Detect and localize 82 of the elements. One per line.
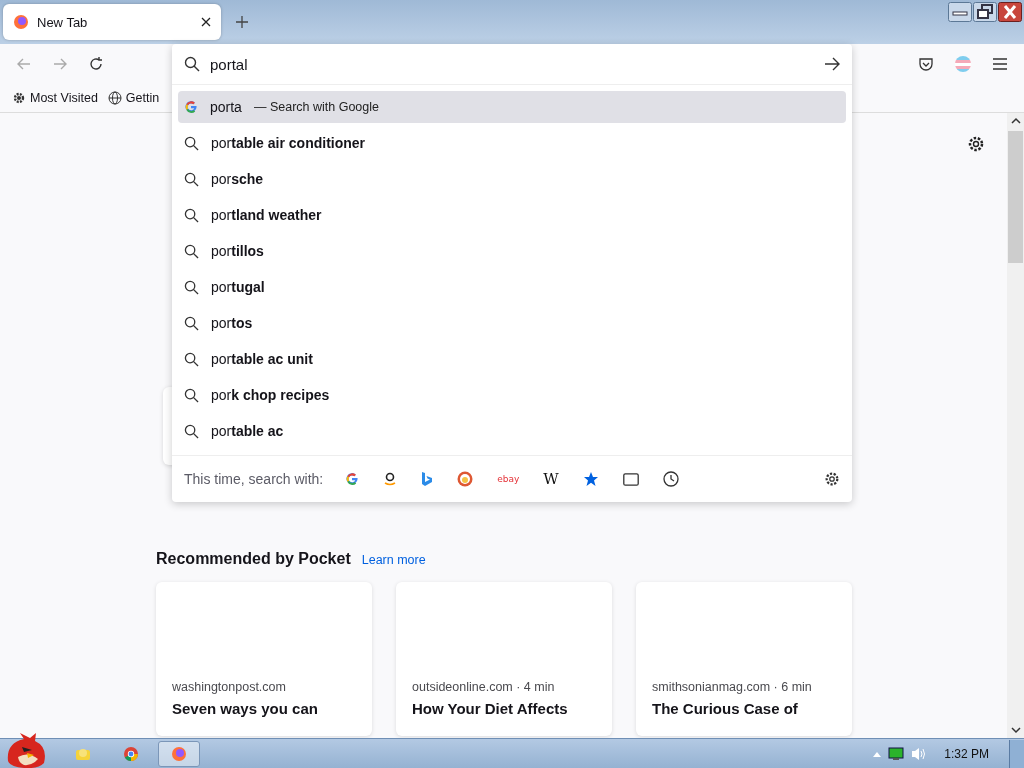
search-icon bbox=[184, 387, 199, 403]
story-title: The Curious Case of bbox=[652, 700, 799, 717]
menu-icon[interactable] bbox=[992, 57, 1008, 71]
suggestion-text: porsche bbox=[211, 171, 264, 187]
bing-icon[interactable] bbox=[421, 471, 434, 487]
bookmark-item[interactable]: Most Visited bbox=[12, 91, 98, 105]
search-icon bbox=[184, 56, 200, 72]
globe-icon bbox=[107, 91, 122, 105]
suggestion-row[interactable]: portable ac unit bbox=[178, 343, 846, 375]
scrollbar-thumb[interactable] bbox=[1008, 131, 1023, 263]
scroll-up-icon[interactable] bbox=[1010, 117, 1021, 125]
scrollbar[interactable] bbox=[1007, 113, 1024, 738]
minimize-icon[interactable] bbox=[948, 2, 972, 22]
search-icon bbox=[184, 243, 199, 259]
suggestion-row[interactable]: portillos bbox=[178, 235, 846, 267]
ebay-logo[interactable]: ebay bbox=[497, 474, 520, 484]
suggestion-row[interactable]: portable air conditioner bbox=[178, 127, 846, 159]
tab-title: New Tab bbox=[37, 14, 89, 30]
one-off-label: This time, search with: bbox=[184, 471, 324, 487]
story-source: washingtonpost.com bbox=[172, 680, 287, 694]
address-field[interactable]: portal bbox=[210, 55, 814, 73]
suggestion-text: portillos bbox=[211, 243, 264, 259]
restore-icon[interactable] bbox=[973, 2, 997, 22]
suggestion-text: portable ac bbox=[211, 423, 284, 439]
show-desktop-button[interactable] bbox=[1009, 739, 1024, 768]
firefox-icon bbox=[13, 14, 29, 30]
suggestion-row[interactable]: portugal bbox=[178, 271, 846, 303]
amazon-icon[interactable] bbox=[383, 472, 398, 486]
story-source: smithsonianmag.com · 6 min bbox=[652, 680, 813, 694]
close-icon[interactable] bbox=[201, 17, 211, 27]
suggestion-row[interactable]: pork chop recipes bbox=[178, 379, 846, 411]
go-arrow-icon[interactable] bbox=[824, 56, 840, 72]
story-source: outsideonline.com · 4 min bbox=[412, 680, 556, 694]
search-icon bbox=[184, 207, 199, 223]
search-icon bbox=[184, 279, 199, 295]
clock-icon[interactable] bbox=[662, 471, 679, 487]
taskbar-app[interactable] bbox=[158, 740, 200, 767]
learn-more-link[interactable]: Learn more bbox=[361, 553, 426, 567]
story-title: How Your Diet Affects bbox=[412, 700, 569, 717]
scroll-down-icon[interactable] bbox=[1010, 726, 1021, 734]
suggestion-text: portugal bbox=[211, 279, 265, 295]
story-card[interactable]: smithsonianmag.com · 6 min The Curious Case of bbox=[636, 582, 852, 736]
pocket-icon[interactable] bbox=[918, 56, 934, 72]
clock[interactable]: 1:32 PM bbox=[944, 746, 989, 761]
network-icon[interactable] bbox=[888, 746, 905, 761]
suggestion-text: pork chop recipes bbox=[211, 387, 330, 403]
suggestion-hint: — Search with Google bbox=[253, 100, 379, 114]
suggestion-text: portos bbox=[211, 315, 253, 331]
suggestion-row[interactable]: portland weather bbox=[178, 199, 846, 231]
suggestion-text: porta bbox=[210, 99, 242, 115]
bookmark-item[interactable]: Gettin bbox=[107, 91, 160, 105]
suggestion-row[interactable]: porta — Search with Google bbox=[178, 91, 846, 123]
gear-icon bbox=[12, 91, 26, 105]
close-icon[interactable] bbox=[998, 2, 1022, 22]
settings-icon[interactable] bbox=[967, 135, 985, 153]
search-icon bbox=[184, 351, 199, 367]
chrome-icon bbox=[123, 745, 139, 762]
story-card[interactable]: washingtonpost.com Seven ways you can bbox=[156, 582, 372, 736]
browser-tab[interactable]: New Tab bbox=[3, 4, 221, 40]
settings-icon[interactable] bbox=[824, 471, 840, 487]
reload-icon[interactable] bbox=[88, 56, 104, 72]
story-card[interactable]: outsideonline.com · 4 min How Your Diet Affects bbox=[396, 582, 612, 736]
new-tab-icon[interactable] bbox=[235, 15, 249, 29]
search-icon bbox=[184, 423, 199, 439]
suggestion-text: portable ac unit bbox=[211, 351, 313, 367]
story-title: Seven ways you can bbox=[172, 700, 319, 717]
duck-icon[interactable] bbox=[457, 471, 474, 487]
google-icon[interactable] bbox=[345, 472, 360, 486]
google-icon bbox=[184, 100, 198, 114]
wikipedia-logo[interactable]: W bbox=[543, 470, 559, 488]
star-icon[interactable] bbox=[582, 471, 599, 487]
suggestion-text: portland weather bbox=[211, 207, 322, 223]
suggestion-row[interactable]: portos bbox=[178, 307, 846, 339]
search-icon bbox=[184, 171, 199, 187]
search-icon bbox=[184, 315, 199, 331]
tab-icon[interactable] bbox=[622, 472, 639, 486]
suggestion-row[interactable]: porsche bbox=[178, 163, 846, 195]
suggestion-row[interactable]: portable ac bbox=[178, 415, 846, 447]
firefox-icon bbox=[171, 745, 187, 762]
search-icon bbox=[184, 135, 199, 151]
section-title: Recommended by Pocket bbox=[156, 550, 351, 568]
suggestion-text: portable air conditioner bbox=[211, 135, 366, 151]
